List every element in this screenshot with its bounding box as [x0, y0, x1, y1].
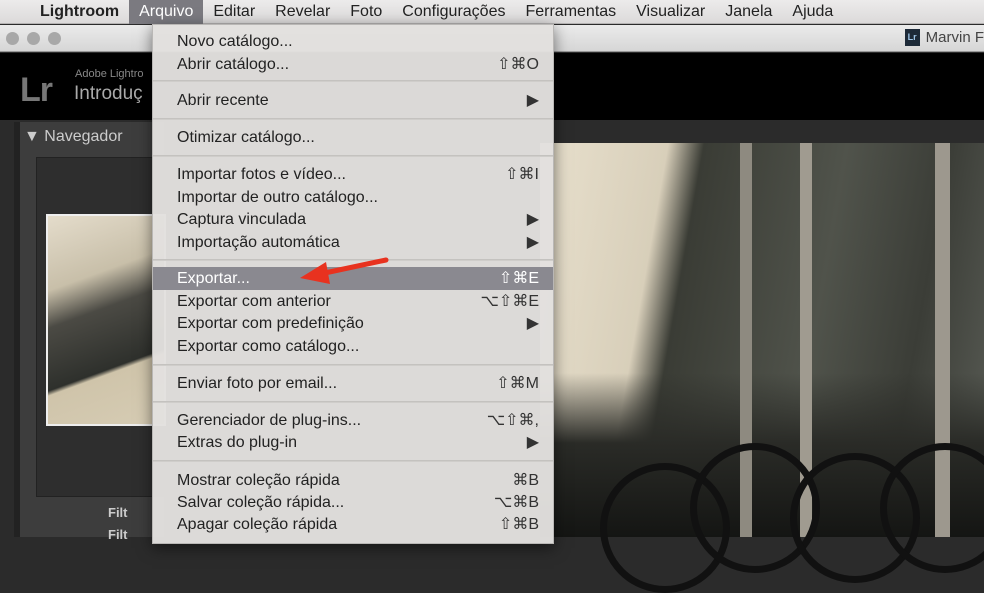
shortcut: ⌥⇧⌘,	[486, 412, 539, 429]
menu-ferramentas[interactable]: Ferramentas	[515, 0, 626, 24]
label: Importar de outro catálogo...	[177, 189, 378, 206]
shortcut: ⇧⌘B	[498, 516, 539, 533]
menu-item-captura-vinculada[interactable]: Captura vinculada ▶	[153, 208, 553, 231]
menu-item-apagar-colecao-rapida[interactable]: Apagar coleção rápida ⇧⌘B	[153, 513, 553, 536]
label: Gerenciador de plug-ins...	[177, 412, 362, 429]
label: Otimizar catálogo...	[177, 129, 315, 146]
submenu-arrow-icon: ▶	[526, 234, 539, 251]
brand-text: Adobe Lightro	[75, 68, 144, 80]
menu-item-enviar-foto-email[interactable]: Enviar foto por email... ⇧⌘M	[153, 372, 553, 395]
label: Abrir catálogo...	[177, 56, 290, 73]
shortcut: ⇧⌘O	[497, 56, 539, 73]
zoom-window-button[interactable]	[48, 32, 61, 45]
navigator-preview[interactable]	[46, 214, 166, 426]
menu-item-exportar-com-anterior[interactable]: Exportar com anterior ⌥⇧⌘E	[153, 290, 553, 313]
close-window-button[interactable]	[6, 32, 19, 45]
menu-item-exportar-como-catalogo[interactable]: Exportar como catálogo...	[153, 335, 553, 358]
menu-visualizar[interactable]: Visualizar	[626, 0, 715, 24]
filter-item[interactable]: Filt	[108, 527, 128, 542]
submenu-arrow-icon: ▶	[526, 92, 539, 109]
menu-bar: Lightroom Arquivo Editar Revelar Foto Co…	[0, 0, 984, 24]
red-arrow-annotation-icon	[300, 257, 389, 284]
menu-configuracoes[interactable]: Configurações	[392, 0, 515, 24]
separator	[153, 118, 553, 120]
separator	[153, 155, 553, 157]
menu-editar[interactable]: Editar	[203, 0, 265, 24]
menu-item-otimizar-catalogo[interactable]: Otimizar catálogo...	[153, 126, 553, 149]
menu-lightroom[interactable]: Lightroom	[30, 0, 129, 24]
shortcut: ⌥⇧⌘E	[480, 293, 539, 310]
separator	[153, 364, 553, 366]
label: Exportar com anterior	[177, 293, 331, 310]
menu-janela[interactable]: Janela	[715, 0, 782, 24]
menu-foto[interactable]: Foto	[340, 0, 392, 24]
minimize-window-button[interactable]	[27, 32, 40, 45]
label: Exportar como catálogo...	[177, 338, 360, 355]
label: Enviar foto por email...	[177, 375, 338, 392]
document-title-text: Marvin F	[925, 29, 984, 46]
shortcut: ⌥⌘B	[493, 494, 539, 511]
menu-item-novo-catalogo[interactable]: Novo catálogo...	[153, 30, 553, 53]
menu-item-importar-fotos[interactable]: Importar fotos e vídeo... ⇧⌘I	[153, 163, 553, 186]
menu-item-abrir-recente[interactable]: Abrir recente ▶	[153, 89, 553, 112]
submenu-arrow-icon: ▶	[526, 211, 539, 228]
submenu-arrow-icon: ▶	[526, 315, 539, 332]
menu-item-exportar-com-predefinicao[interactable]: Exportar com predefinição ▶	[153, 312, 553, 335]
shortcut: ⇧⌘E	[498, 270, 539, 287]
label: Exportar com predefinição	[177, 315, 364, 332]
menu-revelar[interactable]: Revelar	[265, 0, 340, 24]
catalog-name: Introduç	[74, 83, 143, 104]
label: Apagar coleção rápida	[177, 516, 338, 533]
separator	[153, 80, 553, 82]
filter-item[interactable]: Filt	[108, 505, 128, 520]
lightroom-document-icon: Lr	[904, 29, 920, 46]
label: Abrir recente	[177, 92, 269, 109]
menu-item-importar-outro-catalogo[interactable]: Importar de outro catálogo...	[153, 186, 553, 209]
menu-arquivo[interactable]: Arquivo	[129, 0, 204, 24]
shortcut: ⇧⌘I	[505, 166, 539, 183]
apple-menu-icon[interactable]	[0, 0, 30, 24]
label: Novo catálogo...	[177, 33, 293, 50]
navigator-panel-header[interactable]: ▼ Navegador	[24, 128, 123, 146]
menu-ajuda[interactable]: Ajuda	[782, 0, 843, 24]
menu-item-salvar-colecao-rapida[interactable]: Salvar coleção rápida... ⌥⌘B	[153, 491, 553, 514]
label: Importação automática	[177, 234, 340, 251]
menu-item-mostrar-colecao-rapida[interactable]: Mostrar coleção rápida ⌘B	[153, 469, 553, 492]
shortcut: ⌘B	[512, 472, 539, 489]
menu-item-gerenciador-plugins[interactable]: Gerenciador de plug-ins... ⌥⇧⌘,	[153, 409, 553, 432]
menu-item-extras-plugin[interactable]: Extras do plug-in ▶	[153, 431, 553, 454]
label: Salvar coleção rápida...	[177, 494, 345, 511]
separator	[153, 401, 553, 403]
document-title: Lr Marvin F	[904, 29, 984, 46]
shortcut: ⇧⌘M	[496, 375, 539, 392]
label: Importar fotos e vídeo...	[177, 166, 346, 183]
lightroom-logo: Lr	[20, 71, 53, 109]
separator	[153, 460, 553, 462]
label: Mostrar coleção rápida	[177, 472, 340, 489]
submenu-arrow-icon: ▶	[526, 434, 539, 451]
label: Captura vinculada	[177, 211, 306, 228]
label: Extras do plug-in	[177, 434, 298, 451]
menu-item-abrir-catalogo[interactable]: Abrir catálogo... ⇧⌘O	[153, 53, 553, 76]
main-photo	[540, 143, 984, 593]
label: Exportar...	[177, 270, 250, 287]
